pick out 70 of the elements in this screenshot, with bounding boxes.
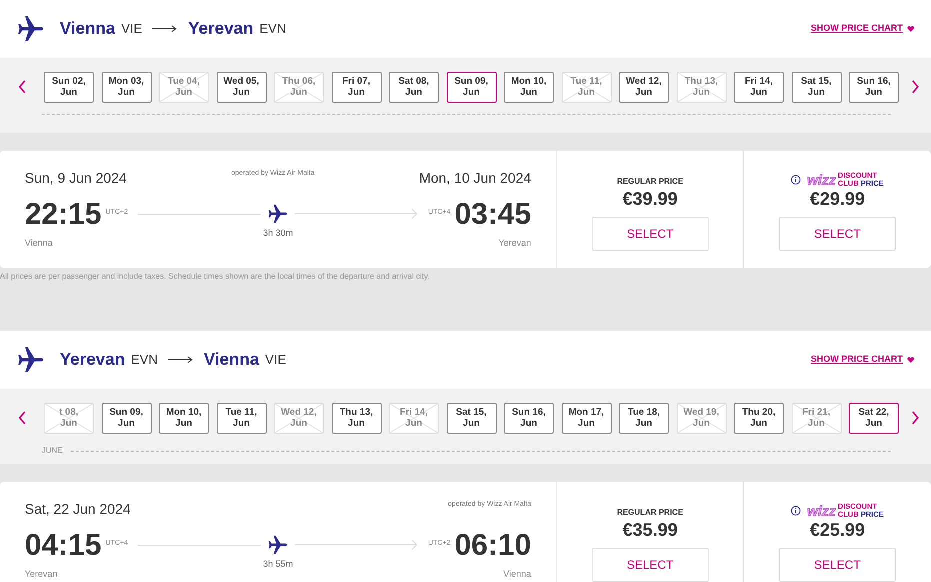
date-chip[interactable]: Sun 02, Jun [44, 72, 94, 102]
date-chip[interactable]: Sun 09, Jun [446, 72, 496, 102]
departure-date: Sun, 9 Jun 2024 [25, 169, 127, 187]
arrival-date: Mon, 10 Jun 2024 [419, 169, 532, 187]
arrow-line-icon [295, 208, 418, 220]
date-chip[interactable]: Fri 14, Jun [734, 72, 784, 102]
date-chip[interactable]: Sat 08, Jun [389, 72, 439, 102]
heart-icon [907, 25, 915, 33]
select-button[interactable]: SELECT [779, 217, 896, 251]
arrow-icon [168, 356, 194, 364]
price-note: All prices are per passenger and include taxes. Schedule times shown are the local times of the departure and arrival city. [0, 271, 431, 283]
departure-city: Vienna [25, 236, 53, 250]
date-chip[interactable]: Wed 12, Jun [619, 72, 669, 102]
airplane-icon [16, 14, 46, 44]
price: €39.99 [622, 188, 678, 210]
show-price-chart-link[interactable]: SHOW PRICE CHART [811, 353, 903, 367]
info-icon[interactable] [791, 175, 802, 185]
price: €29.99 [810, 188, 866, 210]
select-button[interactable]: SELECT [592, 548, 709, 582]
info-icon[interactable] [791, 506, 802, 516]
destination-code: VIE [265, 351, 286, 370]
departure-time: 04:15 [25, 528, 102, 563]
date-chip[interactable]: Sun 09, Jun [102, 402, 152, 434]
arrow-line-icon [295, 539, 418, 551]
price: €35.99 [622, 519, 678, 541]
club-logo: wizz [807, 504, 836, 518]
departure-city: Yerevan [25, 568, 58, 580]
airplane-icon [16, 345, 46, 375]
club-logo: wizz [807, 173, 836, 187]
arrival-time: 06:10 [454, 528, 532, 563]
arrival-city: Yerevan [498, 236, 532, 250]
airplane-icon [267, 203, 290, 225]
arrow-icon [152, 25, 178, 33]
date-chip[interactable]: Mon 17, Jun [562, 402, 612, 434]
select-button[interactable]: SELECT [779, 548, 896, 582]
price: €25.99 [810, 519, 866, 541]
date-chip[interactable]: Fri 07, Jun [332, 72, 382, 102]
date-chip[interactable]: Wed 05, Jun [216, 72, 266, 102]
airplane-icon [267, 534, 290, 556]
date-chip[interactable]: Tue 11, Jun [216, 402, 266, 434]
flight-duration: 3h 30m [263, 227, 294, 240]
destination-city: Vienna [204, 349, 260, 372]
date-chip[interactable]: Mon 03, Jun [102, 72, 152, 102]
origin-city: Vienna [60, 18, 116, 40]
flight-duration: 3h 55m [263, 558, 294, 571]
date-chip[interactable]: Sun 16, Jun [849, 72, 899, 102]
date-chip[interactable]: Sun 16, Jun [504, 402, 554, 434]
arrival-city: Vienna [504, 568, 532, 580]
month-label: JUNE [42, 445, 63, 457]
show-price-chart-link[interactable]: SHOW PRICE CHART [811, 22, 903, 36]
price-label: REGULAR PRICE [617, 507, 684, 519]
date-chip[interactable]: Sat 15, Jun [792, 72, 842, 102]
destination-code: EVN [260, 20, 286, 38]
origin-code: VIE [121, 20, 142, 38]
date-chip[interactable]: Thu 20, Jun [734, 402, 784, 434]
arrival-time: 03:45 [454, 198, 532, 232]
date-chip[interactable]: Tue 18, Jun [619, 402, 669, 434]
origin-code: EVN [131, 351, 158, 370]
select-button[interactable]: SELECT [592, 217, 709, 251]
destination-city: Yerevan [188, 18, 254, 40]
price-label: REGULAR PRICE [617, 176, 684, 188]
date-chip[interactable]: Mon 10, Jun [504, 72, 554, 102]
date-chip[interactable]: Sat 22, Jun [849, 402, 899, 434]
origin-city: Yerevan [60, 349, 126, 372]
departure-date: Sat, 22 Jun 2024 [25, 500, 131, 518]
date-chip[interactable]: Thu 13, Jun [332, 402, 382, 434]
departure-time: 22:15 [25, 198, 102, 232]
date-chip[interactable]: Mon 10, Jun [159, 402, 209, 434]
heart-icon [907, 356, 915, 364]
date-chip[interactable]: Sat 15, Jun [446, 402, 496, 434]
